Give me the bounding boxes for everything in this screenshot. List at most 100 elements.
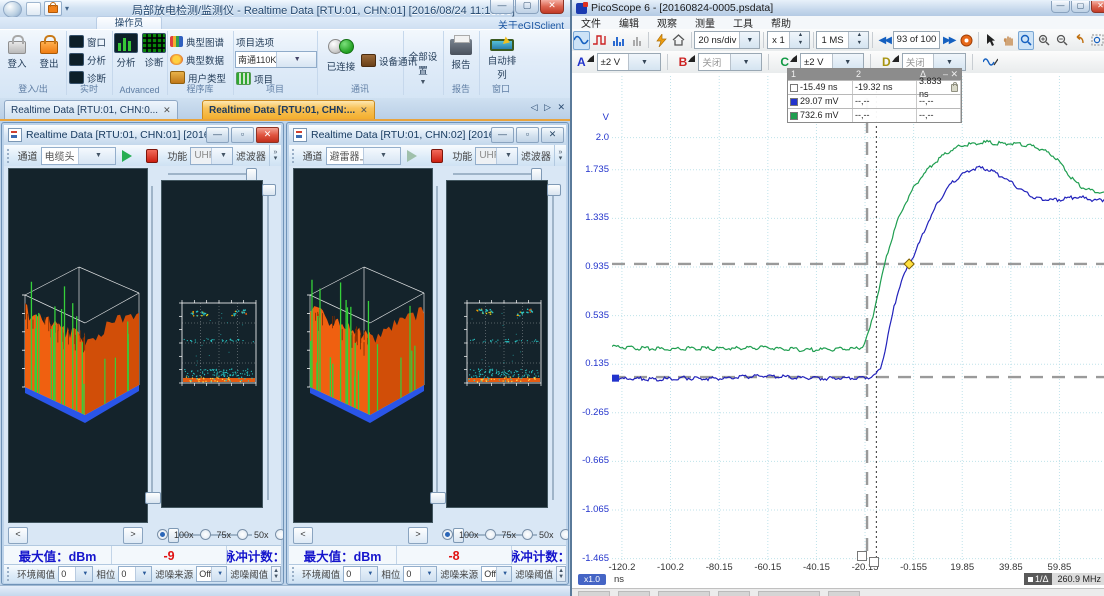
radio-75x[interactable] (200, 529, 211, 540)
maximize-button[interactable]: ▢ (515, 0, 539, 14)
radio-50x[interactable] (522, 529, 533, 540)
prev-button[interactable]: < (293, 527, 313, 544)
close-icon[interactable]: ✕ (163, 105, 171, 115)
phase-combo[interactable]: 0▼ (403, 566, 437, 582)
persistence-mode-button[interactable] (629, 31, 645, 50)
menu-edit[interactable]: 编辑 (610, 15, 648, 30)
probe-wizard-button[interactable] (653, 31, 669, 50)
phase-combo[interactable]: 0▼ (118, 566, 152, 582)
typical-pattern-button[interactable]: 典型图谱 (170, 34, 224, 49)
env-threshold-combo[interactable]: 0▼ (343, 566, 378, 582)
close-button[interactable]: ✕ (1091, 1, 1104, 13)
right-slider-handle[interactable] (547, 184, 561, 196)
undo-zoom-button[interactable] (1072, 31, 1088, 50)
top-slider-track[interactable] (453, 173, 539, 175)
prev-buffer-button[interactable]: ◀◀ (876, 31, 892, 50)
buffer-index[interactable]: 93 of 100 (893, 31, 940, 49)
vertical-slider-handle[interactable] (145, 492, 161, 504)
env-threshold-combo[interactable]: 0▼ (58, 566, 93, 582)
minimize-button[interactable]: — (1051, 1, 1070, 13)
project-combo[interactable]: 南通110KV北区▼ (235, 51, 317, 68)
vertical-slider-track[interactable] (151, 186, 153, 502)
window-button[interactable]: 窗口 (69, 34, 106, 49)
right-slider-handle[interactable] (262, 184, 276, 196)
menu-tools[interactable]: 工具 (724, 15, 762, 30)
maximize-button[interactable]: ▢ (1071, 1, 1090, 13)
doc-tab-chn01[interactable]: Realtime Data [RTU:01, CHN:0...✕ (4, 100, 178, 119)
samples-spinner[interactable]: 1 MS▲▼ (816, 31, 868, 49)
project-options-button[interactable]: 项目选项 (236, 34, 274, 49)
close-button[interactable]: ✕ (541, 127, 564, 143)
qat-dropdown-icon[interactable]: ▾ (65, 4, 69, 13)
function-combo[interactable]: UHF▼ (475, 147, 518, 165)
menu-measure[interactable]: 测量 (686, 15, 724, 30)
stop-button[interactable] (146, 149, 158, 163)
timebase-combo[interactable]: 20 ns/div▼ (694, 31, 760, 49)
play-button[interactable] (407, 150, 423, 162)
close-button[interactable]: ✕ (256, 127, 279, 143)
radio-25x[interactable] (275, 529, 284, 540)
doc-tab-chn02[interactable]: Realtime Data [RTU:01, CHN:...✕ (202, 100, 375, 119)
channel-combo[interactable]: 电缆头▼ (41, 147, 117, 165)
document-icon[interactable] (26, 2, 41, 16)
trigger-mode-button[interactable] (592, 31, 609, 50)
top-slider-track[interactable] (168, 173, 254, 175)
menu-file[interactable]: 文件 (572, 15, 610, 30)
marquee-zoom-button[interactable] (1089, 31, 1104, 50)
zoom-in-button[interactable] (1036, 31, 1052, 50)
next-button[interactable]: > (123, 527, 143, 544)
channel-b-range-combo[interactable]: 关闭▼ (698, 53, 762, 71)
channel-combo[interactable]: 避雷器上▼ (326, 147, 402, 165)
close-button[interactable]: ✕ (540, 0, 564, 14)
all-settings-button[interactable]: 全部设置 ▼ (406, 33, 440, 81)
logout-button[interactable]: 登出 (33, 33, 65, 81)
restore-button[interactable]: ▫ (516, 127, 539, 143)
minimize-button[interactable]: — (206, 127, 229, 143)
scope-waveform[interactable] (612, 76, 1104, 560)
scope-mode-button[interactable] (573, 31, 590, 50)
time-ruler-handle-1[interactable] (857, 551, 867, 561)
noise-source-combo[interactable]: Off▼ (196, 566, 227, 582)
tab-nav-buttons[interactable]: ◁ ▷ ✕ (531, 102, 567, 113)
right-slider-track[interactable] (267, 188, 269, 500)
noise-source-combo[interactable]: Off▼ (481, 566, 512, 582)
buffer-navigator-button[interactable] (959, 31, 975, 50)
advanced-diagnose-button[interactable]: 诊断 (138, 33, 170, 81)
app-menu-orb[interactable] (3, 1, 22, 18)
lock-icon[interactable] (44, 1, 62, 16)
menu-help[interactable]: 帮助 (762, 15, 800, 30)
analyze-button[interactable]: 分析 (69, 52, 106, 67)
radio-25x[interactable] (560, 529, 569, 540)
connected-button[interactable]: 已连接 (321, 33, 361, 81)
radio-100x[interactable] (442, 529, 453, 540)
zoom-out-button[interactable] (1054, 31, 1070, 50)
report-button[interactable]: 报告 (445, 33, 477, 81)
vertical-slider-track[interactable] (436, 186, 438, 502)
radio-100x[interactable] (157, 529, 168, 540)
pointer-tool-button[interactable] (983, 31, 999, 50)
child-titlebar[interactable]: Realtime Data [RTU:01, CHN:02] [2016/0..… (289, 125, 566, 146)
toolbar-spinner[interactable]: ▲▼ (556, 566, 566, 582)
function-combo[interactable]: UHF▼ (190, 147, 233, 165)
stop-button[interactable] (431, 149, 443, 163)
next-button[interactable]: > (408, 527, 428, 544)
vertical-slider-handle[interactable] (430, 492, 446, 504)
minimize-button[interactable]: — (490, 0, 514, 14)
zoom-factor-spinner[interactable]: x 1▲▼ (767, 31, 810, 49)
hand-tool-button[interactable] (1001, 31, 1017, 50)
close-icon[interactable]: ✕ (360, 105, 368, 115)
auto-arrange-button[interactable]: 自动排列 (484, 33, 520, 81)
time-ruler-handle-2[interactable] (869, 557, 879, 567)
menu-view[interactable]: 观察 (648, 15, 686, 30)
next-buffer-button[interactable]: ▶▶ (941, 31, 957, 50)
play-button[interactable] (122, 150, 138, 162)
typical-data-button[interactable]: 典型数据 (170, 52, 224, 67)
tab-operator[interactable]: 操作员 (96, 16, 162, 30)
spectrum-mode-button[interactable] (611, 31, 627, 50)
child-titlebar[interactable]: Realtime Data [RTU:01, CHN:01] [2016/0..… (4, 125, 281, 146)
toolbar-overflow-button[interactable]: »▾ (554, 145, 566, 166)
radio-75x[interactable] (485, 529, 496, 540)
prev-button[interactable]: < (8, 527, 28, 544)
zoom-tool-button[interactable] (1018, 31, 1034, 50)
minimize-button[interactable]: — (491, 127, 514, 143)
